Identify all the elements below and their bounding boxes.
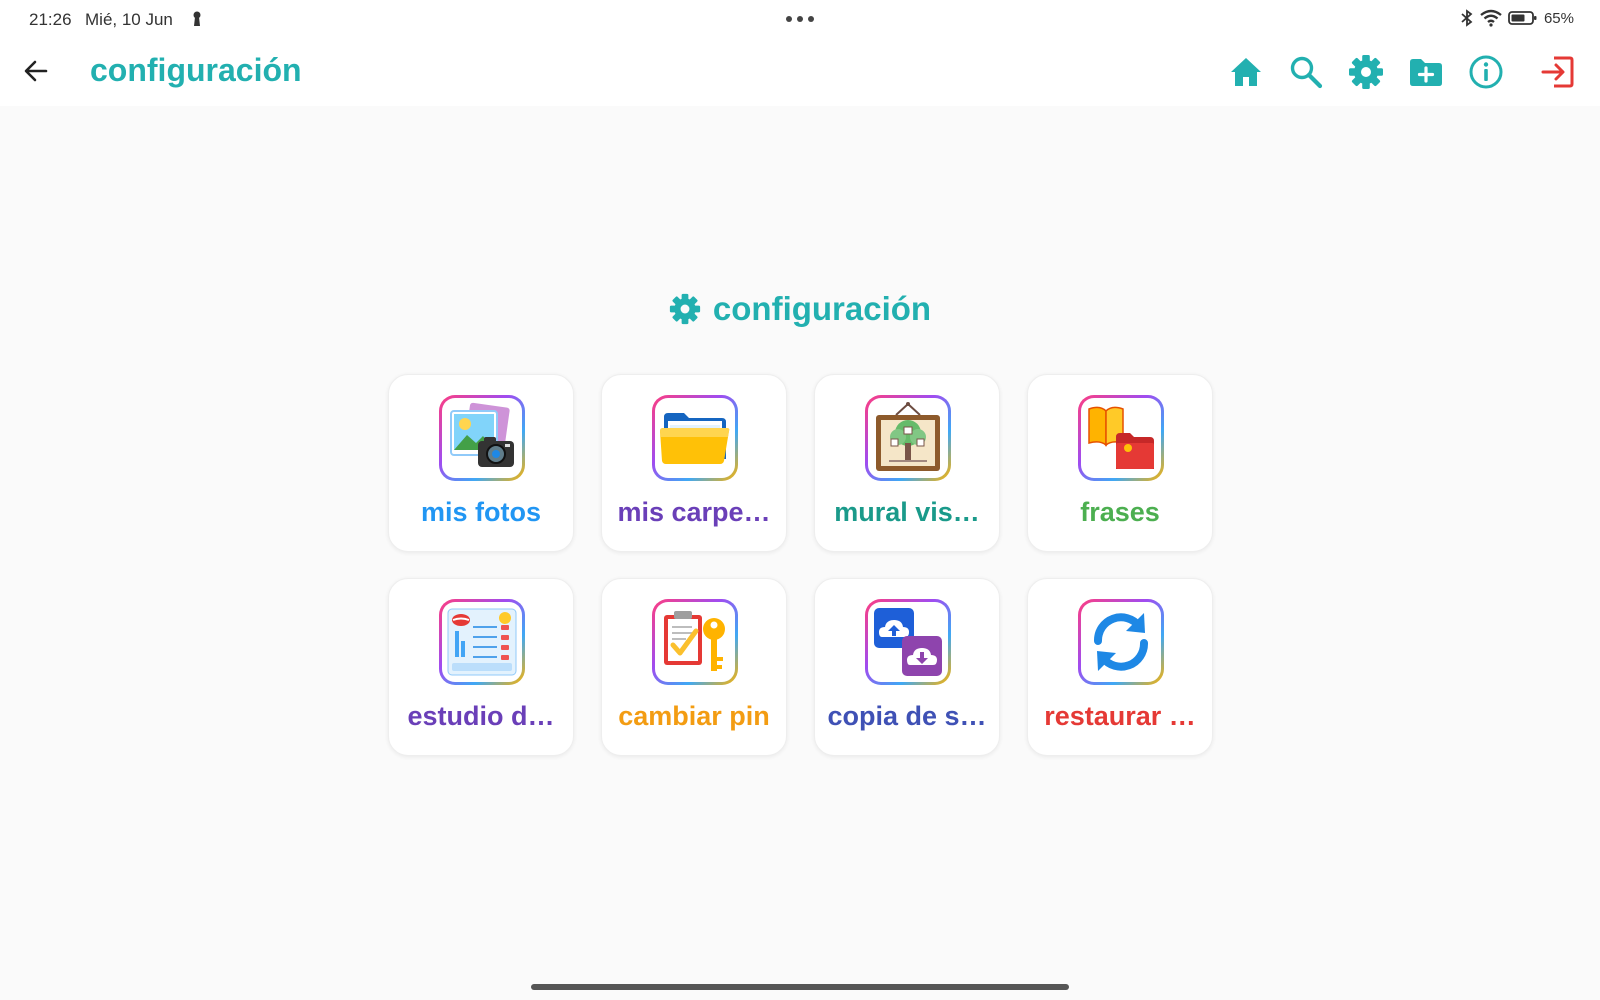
tile-cambiar-pin[interactable]: cambiar pin — [601, 578, 787, 756]
status-indicators: 65% — [1460, 9, 1574, 27]
section-title: configuración — [712, 290, 932, 327]
tile-estudio[interactable]: estudio d… — [388, 578, 574, 756]
tile-label: cambiar pin — [618, 701, 770, 731]
home-icon[interactable] — [1228, 54, 1264, 90]
gear-icon[interactable] — [1348, 54, 1384, 90]
info-icon[interactable] — [1468, 54, 1504, 90]
tile-label: mural vis… — [834, 497, 980, 527]
home-indicator[interactable] — [531, 984, 1069, 990]
photos-camera-icon — [450, 402, 514, 467]
search-icon[interactable] — [1288, 54, 1324, 90]
cloud-backup-icon — [874, 608, 942, 676]
folder-icon — [660, 413, 730, 464]
sync-icon — [1094, 613, 1148, 671]
clipboard-key-icon — [664, 611, 725, 671]
tile-mural-visual[interactable]: mural vis… — [814, 374, 1000, 552]
tile-restaurar[interactable]: restaurar … — [1027, 578, 1213, 756]
settings-grid: mis fotos mis carpe… mural vis… frases e… — [388, 374, 1213, 756]
tile-mis-fotos[interactable]: mis fotos — [388, 374, 574, 552]
folder-add-icon[interactable] — [1408, 54, 1444, 90]
tile-frases[interactable]: frases — [1027, 374, 1213, 552]
battery-icon — [1508, 11, 1537, 25]
visual-board-icon — [876, 402, 940, 471]
app-bar: configuración — [0, 38, 1600, 106]
gear-icon — [669, 293, 701, 325]
tile-label: mis carpe… — [617, 497, 771, 527]
tile-label: frases — [1080, 497, 1160, 527]
bluetooth-icon — [1461, 9, 1473, 27]
tile-copia-de-seguridad[interactable]: copia de s… — [814, 578, 1000, 756]
tile-label: estudio d… — [407, 701, 555, 731]
wifi-icon — [1480, 9, 1502, 27]
status-time: 21:26 — [29, 10, 72, 29]
status-date: Mié, 10 Jun — [85, 10, 173, 29]
more-dots-icon[interactable] — [785, 15, 815, 23]
page-title: configuración — [90, 52, 302, 88]
logout-icon[interactable] — [1540, 54, 1576, 90]
keyhole-icon — [193, 11, 201, 26]
section-heading: configuración — [0, 290, 1600, 328]
speech-study-icon — [447, 608, 517, 676]
tile-mis-carpetas[interactable]: mis carpe… — [601, 374, 787, 552]
battery-percent: 65% — [1543, 9, 1574, 27]
book-folder-icon — [1088, 406, 1154, 469]
tile-label: copia de s… — [827, 701, 987, 731]
status-bar: 21:26 Mié, 10 Jun 65% — [0, 0, 1600, 38]
tile-label: restaurar … — [1044, 701, 1196, 731]
back-arrow-icon[interactable] — [20, 55, 52, 87]
tile-label: mis fotos — [420, 497, 541, 527]
